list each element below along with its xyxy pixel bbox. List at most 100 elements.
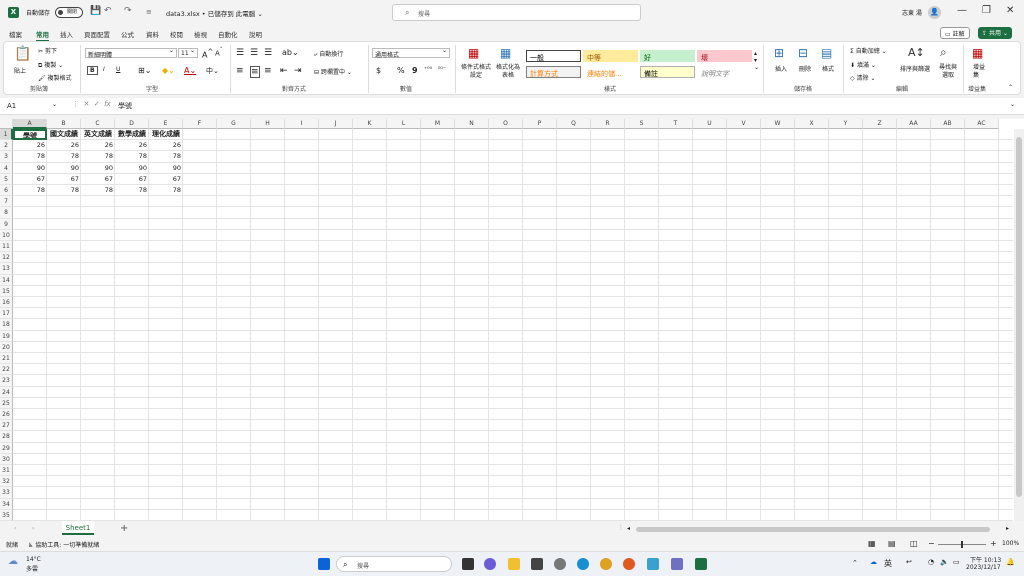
row-header-9[interactable]: 9 bbox=[0, 218, 13, 230]
data-cell[interactable]: 67 bbox=[13, 174, 47, 185]
column-header-g[interactable]: G bbox=[217, 119, 251, 129]
column-header-w[interactable]: W bbox=[761, 119, 795, 129]
data-cell[interactable]: 26 bbox=[13, 140, 47, 151]
row-header-14[interactable]: 14 bbox=[0, 274, 13, 286]
shrink-font-icon[interactable]: Aˇ bbox=[215, 48, 223, 57]
data-cell[interactable]: 78 bbox=[47, 185, 81, 196]
tab-data[interactable]: 資料 bbox=[146, 29, 159, 39]
column-header-t[interactable]: T bbox=[659, 119, 693, 129]
increase-indent-icon[interactable]: ⇥ bbox=[294, 66, 302, 76]
comments-button[interactable]: ▭ 註解 bbox=[940, 27, 970, 39]
data-cell[interactable]: 78 bbox=[47, 151, 81, 162]
conditional-format-icon[interactable]: ▦ bbox=[468, 46, 479, 60]
style-bad[interactable]: 壞 bbox=[697, 50, 752, 62]
data-cell[interactable]: 26 bbox=[81, 140, 115, 151]
row-header-31[interactable]: 31 bbox=[0, 465, 13, 477]
row-header-17[interactable]: 17 bbox=[0, 308, 13, 320]
row-header-3[interactable]: 3 bbox=[0, 151, 13, 163]
normal-view-icon[interactable]: ▦ bbox=[868, 539, 876, 548]
align-center-icon[interactable]: ≡ bbox=[250, 66, 260, 78]
data-cell[interactable]: 90 bbox=[13, 163, 47, 174]
header-cell[interactable]: 國文成績 bbox=[47, 129, 81, 140]
vertical-scrollbar[interactable] bbox=[1014, 129, 1024, 521]
file-explorer-icon[interactable] bbox=[508, 558, 520, 570]
data-cell[interactable]: 26 bbox=[149, 140, 183, 151]
close-icon[interactable]: ✕ bbox=[1006, 5, 1014, 16]
grow-font-icon[interactable]: A^ bbox=[202, 48, 213, 60]
row-header-22[interactable]: 22 bbox=[0, 364, 13, 376]
prev-sheet-icon[interactable]: ‹ bbox=[14, 525, 16, 532]
data-cell[interactable]: 90 bbox=[47, 163, 81, 174]
horizontal-scroll-thumb[interactable] bbox=[636, 527, 990, 532]
font-name-select[interactable]: 新細明體 bbox=[85, 47, 177, 59]
column-header-z[interactable]: Z bbox=[863, 119, 897, 129]
insert-cells-button[interactable]: 插入 bbox=[775, 64, 787, 73]
data-cell[interactable]: 78 bbox=[81, 185, 115, 196]
tab-page-layout[interactable]: 頁面配置 bbox=[84, 29, 110, 39]
row-header-29[interactable]: 29 bbox=[0, 442, 13, 454]
find-select-icon[interactable]: ⌕ bbox=[940, 45, 947, 60]
next-sheet-icon[interactable]: › bbox=[32, 525, 34, 532]
customize-qat-icon[interactable]: ≡ bbox=[146, 8, 152, 16]
minimize-icon[interactable]: — bbox=[957, 5, 967, 16]
styles-scroll-icon[interactable]: ▴ ▾ ⌄ bbox=[754, 50, 759, 71]
style-neutral[interactable]: 中等 bbox=[583, 50, 638, 62]
comma-button[interactable]: 9 bbox=[412, 66, 418, 75]
battery-icon[interactable]: ▭ bbox=[953, 558, 960, 566]
clock-time[interactable]: 下午 10:13 bbox=[970, 555, 1001, 564]
data-cell[interactable]: 90 bbox=[115, 163, 149, 174]
row-header-16[interactable]: 16 bbox=[0, 297, 13, 309]
orientation-icon[interactable]: ab⌄ bbox=[282, 48, 299, 57]
row-header-26[interactable]: 26 bbox=[0, 409, 13, 421]
row-header-19[interactable]: 19 bbox=[0, 330, 13, 342]
tab-formulas[interactable]: 公式 bbox=[121, 29, 134, 39]
conditional-format-button[interactable]: 條件式格式設定 bbox=[459, 64, 493, 80]
format-cells-icon[interactable]: ▤ bbox=[821, 46, 832, 60]
style-calculation[interactable]: 計算方式 bbox=[526, 66, 581, 78]
format-cells-button[interactable]: 格式 bbox=[822, 64, 834, 73]
cut-button[interactable]: ✂ 剪下 bbox=[38, 46, 57, 55]
row-header-34[interactable]: 34 bbox=[0, 498, 13, 510]
wrap-text-button[interactable]: ⤶ 自動換行 bbox=[314, 49, 343, 59]
addins-icon[interactable]: ▦ bbox=[972, 46, 983, 60]
zoom-level[interactable]: 100% bbox=[1002, 540, 1019, 547]
column-header-j[interactable]: J bbox=[319, 119, 353, 129]
align-top-icon[interactable]: ☰ bbox=[236, 48, 244, 58]
wifi-icon[interactable]: ◔ bbox=[928, 558, 934, 566]
select-all-corner[interactable] bbox=[0, 119, 13, 129]
column-header-e[interactable]: E bbox=[149, 119, 183, 129]
vertical-scroll-thumb[interactable] bbox=[1016, 137, 1022, 497]
percent-button[interactable]: % bbox=[397, 66, 405, 75]
settings-icon[interactable] bbox=[554, 558, 566, 570]
notification-icon[interactable]: 🔔 bbox=[1006, 558, 1015, 566]
terminal-icon[interactable] bbox=[531, 558, 543, 570]
column-header-b[interactable]: B bbox=[47, 119, 81, 129]
tab-view[interactable]: 檢視 bbox=[194, 29, 207, 39]
style-explanatory[interactable]: 說明文字 bbox=[697, 66, 752, 78]
data-cell[interactable]: 78 bbox=[13, 185, 47, 196]
tab-help[interactable]: 說明 bbox=[249, 29, 262, 39]
formula-input[interactable]: 學號 bbox=[118, 101, 132, 111]
row-header-23[interactable]: 23 bbox=[0, 375, 13, 387]
row-header-30[interactable]: 30 bbox=[0, 453, 13, 465]
row-header-21[interactable]: 21 bbox=[0, 353, 13, 365]
style-note[interactable]: 備註 bbox=[640, 66, 695, 78]
zoom-in-icon[interactable]: + bbox=[990, 539, 997, 548]
firefox-icon[interactable] bbox=[623, 558, 635, 570]
task-view-icon[interactable] bbox=[462, 558, 474, 570]
bold-button[interactable]: B bbox=[87, 66, 98, 75]
format-painter-button[interactable]: 🖌 複製格式 bbox=[38, 73, 72, 82]
app-icon[interactable] bbox=[671, 558, 683, 570]
collapse-ribbon-icon[interactable]: ⌃ bbox=[1008, 84, 1013, 91]
row-header-10[interactable]: 10 bbox=[0, 229, 13, 241]
paste-icon[interactable]: 📋 bbox=[14, 46, 31, 62]
formula-buttons[interactable]: ⋮ ✕ ✓ fx bbox=[72, 100, 111, 108]
decrease-indent-icon[interactable]: ⇤ bbox=[280, 66, 288, 76]
data-cell[interactable]: 67 bbox=[149, 174, 183, 185]
chat-icon[interactable] bbox=[484, 558, 496, 570]
column-header-x[interactable]: X bbox=[795, 119, 829, 129]
currency-button[interactable]: $ bbox=[376, 66, 381, 75]
row-header-8[interactable]: 8 bbox=[0, 207, 13, 219]
number-format-select[interactable]: 通用格式 bbox=[372, 47, 450, 59]
share-button[interactable]: ⇪ 共用 ⌄ bbox=[978, 27, 1012, 39]
